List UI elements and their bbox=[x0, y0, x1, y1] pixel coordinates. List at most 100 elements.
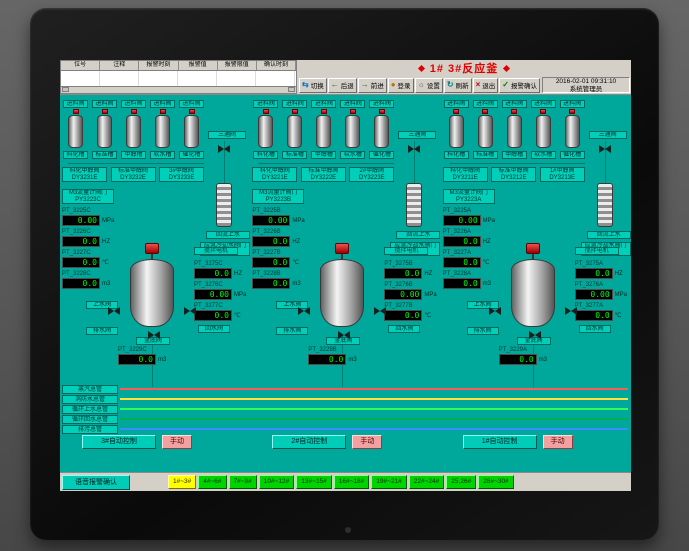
alarm-table-body[interactable] bbox=[61, 71, 296, 86]
scroll-left-icon[interactable] bbox=[62, 87, 69, 92]
feed-valve-label[interactable]: 2#甲醇阀 DY3223E bbox=[349, 167, 394, 182]
feed-valve-label[interactable]: 1#甲醇阀 DY3213E bbox=[540, 167, 585, 182]
flow-meter-valve-label[interactable]: M3流量计阀门 PY3223A bbox=[443, 189, 495, 204]
tank-valve-icon[interactable] bbox=[160, 109, 166, 114]
tank-valve-icon[interactable] bbox=[189, 109, 195, 114]
toolbar-button[interactable]: ← 后退 bbox=[328, 78, 357, 93]
tank-valve-icon[interactable] bbox=[131, 109, 137, 114]
auto-control-button[interactable]: 1#自动控制 bbox=[463, 435, 537, 449]
manual-mode-button[interactable]: 手动 bbox=[162, 435, 192, 449]
tank-vessel[interactable] bbox=[449, 115, 464, 148]
toolbar-button[interactable]: ● 登录 bbox=[388, 78, 414, 93]
agitator-motor-icon[interactable] bbox=[526, 243, 540, 254]
drain-valve-label[interactable]: 排水阀 bbox=[86, 327, 118, 335]
return-water-valve-label[interactable]: 回水阀 bbox=[198, 325, 230, 333]
valve-icon[interactable] bbox=[374, 307, 386, 315]
tank-vessel[interactable] bbox=[374, 115, 389, 148]
manual-mode-button[interactable]: 手动 bbox=[543, 435, 573, 449]
page-button[interactable]: 10#~12# bbox=[259, 475, 295, 489]
reactor-vessel[interactable] bbox=[511, 259, 555, 327]
auto-control-button[interactable]: 3#自动控制 bbox=[82, 435, 156, 449]
valve-icon[interactable] bbox=[108, 307, 120, 315]
tank-valve-icon[interactable] bbox=[482, 109, 488, 114]
tank-vessel[interactable] bbox=[345, 115, 360, 148]
instrument: PT_3226C 0.0HZ bbox=[62, 229, 122, 247]
tank-vessel[interactable] bbox=[536, 115, 551, 148]
page-button[interactable]: 4#~6# bbox=[198, 475, 226, 489]
tank-valve-icon[interactable] bbox=[453, 109, 459, 114]
tank-valve-icon[interactable] bbox=[102, 109, 108, 114]
feed-valve-label[interactable]: 标准甲醇阀 DY3222E bbox=[301, 167, 346, 182]
toolbar-button[interactable]: → 前进 bbox=[358, 78, 387, 93]
return-water-valve-label[interactable]: 回水阀 bbox=[579, 325, 611, 333]
auto-control-button[interactable]: 2#自动控制 bbox=[272, 435, 346, 449]
manual-mode-button[interactable]: 手动 bbox=[352, 435, 382, 449]
valve-icon[interactable] bbox=[184, 307, 196, 315]
tank-valve-icon[interactable] bbox=[73, 109, 79, 114]
tank-vessel[interactable] bbox=[184, 115, 199, 148]
page-button[interactable]: 7#~9# bbox=[229, 475, 257, 489]
tank-vessel[interactable] bbox=[68, 115, 83, 148]
drain-valve-label[interactable]: 排水阀 bbox=[276, 327, 308, 335]
agitator-motor-icon[interactable] bbox=[145, 243, 159, 254]
toolbar-button[interactable]: × 退出 bbox=[473, 78, 499, 93]
tank-vessel[interactable] bbox=[565, 115, 580, 148]
drain-valve-label[interactable]: 排水阀 bbox=[467, 327, 499, 335]
tank-vessel[interactable] bbox=[258, 115, 273, 148]
reactor-vessel[interactable] bbox=[130, 259, 174, 327]
tank-valve-icon[interactable] bbox=[263, 109, 269, 114]
feed-valve-label[interactable]: 科化甲醇阀 DY3231E bbox=[62, 167, 107, 182]
tank-vessel[interactable] bbox=[155, 115, 170, 148]
tank-vessel[interactable] bbox=[97, 115, 112, 148]
tank-valve-icon[interactable] bbox=[350, 109, 356, 114]
agitator-motor-icon[interactable] bbox=[335, 243, 349, 254]
alarm-column-header: 报警限值 bbox=[218, 61, 257, 70]
toolbar-button[interactable]: ⇆ 切换 bbox=[299, 78, 327, 93]
tank-valve-icon[interactable] bbox=[379, 109, 385, 114]
feed-valve-label[interactable]: 科化甲醇阀 DY3211E bbox=[443, 167, 488, 182]
valve-icon[interactable] bbox=[218, 145, 230, 153]
tank-valve-icon[interactable] bbox=[569, 109, 575, 114]
feed-valve-label[interactable]: 标准甲醇阀 DY3232E bbox=[111, 167, 156, 182]
flow-meter-valve-label[interactable]: M3流量计阀门 PY3223B bbox=[252, 189, 304, 204]
toolbar-button[interactable]: ↻ 刷新 bbox=[444, 78, 472, 93]
tank-vessel[interactable] bbox=[316, 115, 331, 148]
page-button[interactable]: 22#~24# bbox=[409, 475, 445, 489]
feed-valve-label[interactable]: 科化甲醇阀 DY3221E bbox=[252, 167, 297, 182]
tank-vessel[interactable] bbox=[507, 115, 522, 148]
tank-valve-icon[interactable] bbox=[321, 109, 327, 114]
toolbar-button[interactable]: ✓ 报警确认 bbox=[499, 78, 540, 93]
page-button[interactable]: 28#~30# bbox=[478, 475, 514, 489]
page-button[interactable]: 19#~21# bbox=[371, 475, 407, 489]
valve-icon[interactable] bbox=[529, 331, 541, 339]
return-water-valve-label[interactable]: 回水阀 bbox=[388, 325, 420, 333]
valve-icon[interactable] bbox=[338, 331, 350, 339]
tank-valve-icon[interactable] bbox=[540, 109, 546, 114]
scroll-right-icon[interactable] bbox=[288, 87, 295, 92]
valve-icon[interactable] bbox=[565, 307, 577, 315]
flow-meter-valve-name: M3流量计阀门 bbox=[253, 190, 303, 197]
feed-valve-label[interactable]: 标准甲醇阀 DY3212E bbox=[491, 167, 536, 182]
tank-vessel[interactable] bbox=[478, 115, 493, 148]
tank-vessel[interactable] bbox=[126, 115, 141, 148]
valve-icon[interactable] bbox=[599, 145, 611, 153]
page-button[interactable]: 25,26# bbox=[446, 475, 476, 489]
feed-valve-label[interactable]: 3#甲醇阀 DY3233E bbox=[159, 167, 204, 182]
page-button[interactable]: 1#~3# bbox=[168, 475, 196, 489]
valve-icon[interactable] bbox=[298, 307, 310, 315]
toolbar-button[interactable]: ☼ 设置 bbox=[415, 78, 443, 93]
metering-tanks: 进料阀 科化槽 进料阀 标准槽 bbox=[63, 100, 205, 159]
page-button[interactable]: 16#~18# bbox=[334, 475, 370, 489]
page-button[interactable]: 13#~15# bbox=[296, 475, 332, 489]
instrument-unit: HZ bbox=[483, 239, 491, 245]
alarm-table-scrollbar[interactable] bbox=[61, 86, 296, 93]
voice-alarm-ack-button[interactable]: 语音报警确认 bbox=[62, 475, 130, 490]
valve-icon[interactable] bbox=[489, 307, 501, 315]
tank-valve-icon[interactable] bbox=[511, 109, 517, 114]
valve-icon[interactable] bbox=[148, 331, 160, 339]
tank-vessel[interactable] bbox=[287, 115, 302, 148]
reactor-vessel[interactable] bbox=[320, 259, 364, 327]
tank-valve-icon[interactable] bbox=[292, 109, 298, 114]
valve-icon[interactable] bbox=[408, 145, 420, 153]
flow-meter-valve-label[interactable]: M3流量计阀门 PY3223C bbox=[62, 189, 114, 204]
